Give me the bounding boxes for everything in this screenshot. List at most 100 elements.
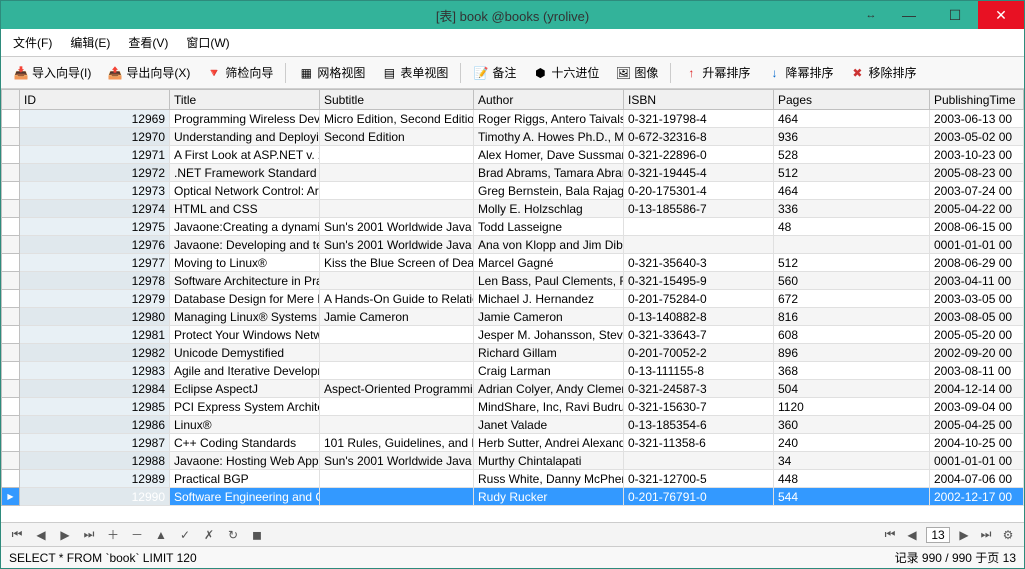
cell-isbn[interactable]: 0-672-32316-8 [624, 128, 774, 146]
cell-pages[interactable]: 360 [774, 416, 930, 434]
cell-id[interactable]: 12969 [20, 110, 170, 128]
cell-id[interactable]: 12970 [20, 128, 170, 146]
remove-sort-button[interactable]: ✖移除排序 [843, 60, 922, 85]
col-isbn[interactable]: ISBN [624, 90, 774, 110]
cell-title[interactable]: Agile and Iterative Developmen [170, 362, 320, 380]
cell-pub[interactable]: 2003-08-11 00 [930, 362, 1024, 380]
settings-icon[interactable]: ⚙ [1000, 527, 1016, 543]
cell-id[interactable]: 12987 [20, 434, 170, 452]
cell-title[interactable]: Programming Wireless Devices [170, 110, 320, 128]
form-view-button[interactable]: ▤表单视图 [375, 60, 454, 85]
minimize-button[interactable]: — [886, 1, 932, 29]
table-row[interactable]: 12975Javaone:Creating a dynamic nSun's 2… [2, 218, 1024, 236]
cell-author[interactable]: Russ White, Danny McPherson [474, 470, 624, 488]
nav-cancel-icon[interactable]: ✗ [201, 527, 217, 543]
cell-pub[interactable]: 2005-04-25 00 [930, 416, 1024, 434]
cell-title[interactable]: Eclipse AspectJ [170, 380, 320, 398]
row-handle[interactable] [2, 146, 20, 164]
cell-id[interactable]: 12980 [20, 308, 170, 326]
cell-title[interactable]: Linux® [170, 416, 320, 434]
row-handle[interactable] [2, 416, 20, 434]
table-row[interactable]: 12977Moving to Linux®Kiss the Blue Scree… [2, 254, 1024, 272]
maximize-button[interactable]: ☐ [932, 1, 978, 29]
cell-pages[interactable]: 544 [774, 488, 930, 506]
nav-edit-icon[interactable]: ▲ [153, 527, 169, 543]
cell-title[interactable]: Practical BGP [170, 470, 320, 488]
cell-isbn[interactable]: 0-321-19445-4 [624, 164, 774, 182]
menu-window[interactable]: 窗口(W) [178, 31, 237, 54]
nav-first-icon[interactable]: ⏮ [9, 527, 25, 543]
menu-edit[interactable]: 编辑(E) [62, 31, 118, 54]
cell-pub[interactable]: 2004-12-14 00 [930, 380, 1024, 398]
cell-subtitle[interactable] [320, 146, 474, 164]
cell-author[interactable]: Alex Homer, Dave Sussman, R [474, 146, 624, 164]
cell-pub[interactable]: 2003-06-13 00 [930, 110, 1024, 128]
cell-isbn[interactable] [624, 236, 774, 254]
row-handle[interactable] [2, 236, 20, 254]
cell-id[interactable]: 12971 [20, 146, 170, 164]
table-row[interactable]: 12986Linux®Janet Valade0-13-185354-63602… [2, 416, 1024, 434]
table-row[interactable]: 12978Software Architecture in PractiLen … [2, 272, 1024, 290]
grid-view-button[interactable]: ▦网格视图 [292, 60, 371, 85]
export-wizard-button[interactable]: 📤导出向导(X) [101, 60, 196, 85]
cell-pub[interactable]: 2002-09-20 00 [930, 344, 1024, 362]
cell-author[interactable]: Len Bass, Paul Clements, Rick [474, 272, 624, 290]
nav-next-icon[interactable]: ▶ [57, 527, 73, 543]
table-row[interactable]: 12972.NET Framework Standard LibrBrad Ab… [2, 164, 1024, 182]
cell-title[interactable]: Moving to Linux® [170, 254, 320, 272]
cell-title[interactable]: PCI Express System Architectu [170, 398, 320, 416]
data-grid[interactable]: ID Title Subtitle Author ISBN Pages Publ… [1, 89, 1024, 522]
cell-id[interactable]: 12973 [20, 182, 170, 200]
table-row[interactable]: 12979Database Design for Mere MorA Hands… [2, 290, 1024, 308]
row-handle[interactable] [2, 398, 20, 416]
cell-isbn[interactable]: 0-321-22896-0 [624, 146, 774, 164]
cell-subtitle[interactable]: Second Edition [320, 128, 474, 146]
nav-add-icon[interactable]: ＋ [105, 527, 121, 543]
row-handle[interactable] [2, 200, 20, 218]
col-pages[interactable]: Pages [774, 90, 930, 110]
cell-subtitle[interactable] [320, 164, 474, 182]
cell-isbn[interactable] [624, 452, 774, 470]
cell-title[interactable]: A First Look at ASP.NET v. 2.0 [170, 146, 320, 164]
col-title[interactable]: Title [170, 90, 320, 110]
cell-isbn[interactable]: 0-321-35640-3 [624, 254, 774, 272]
cell-pages[interactable]: 504 [774, 380, 930, 398]
cell-subtitle[interactable] [320, 200, 474, 218]
table-row[interactable]: 12976Javaone: Developing and testSun's 2… [2, 236, 1024, 254]
filter-wizard-button[interactable]: 🔻筛检向导 [200, 60, 279, 85]
table-row[interactable]: 12988Javaone: Hosting Web ApplicaSun's 2… [2, 452, 1024, 470]
cell-subtitle[interactable]: Aspect-Oriented Programming [320, 380, 474, 398]
cell-author[interactable]: Marcel Gagné [474, 254, 624, 272]
nav-delete-icon[interactable]: － [129, 527, 145, 543]
cell-isbn[interactable]: 0-13-140882-8 [624, 308, 774, 326]
cell-id[interactable]: 12986 [20, 416, 170, 434]
cell-pub[interactable]: 2004-10-25 00 [930, 434, 1024, 452]
cell-subtitle[interactable] [320, 182, 474, 200]
cell-isbn[interactable]: 0-13-185586-7 [624, 200, 774, 218]
cell-subtitle[interactable]: Sun's 2001 Worldwide Java De [320, 452, 474, 470]
cell-pages[interactable]: 512 [774, 254, 930, 272]
cell-subtitle[interactable]: 101 Rules, Guidelines, and Bes [320, 434, 474, 452]
table-row[interactable]: 12990Software Engineering and ComRudy Ru… [2, 488, 1024, 506]
table-row[interactable]: 12982Unicode DemystifiedRichard Gillam0-… [2, 344, 1024, 362]
cell-pub[interactable]: 2005-05-20 00 [930, 326, 1024, 344]
cell-pages[interactable]: 672 [774, 290, 930, 308]
cell-id[interactable]: 12974 [20, 200, 170, 218]
table-row[interactable]: 12971A First Look at ASP.NET v. 2.0 Alex … [2, 146, 1024, 164]
cell-pub[interactable]: 2008-06-29 00 [930, 254, 1024, 272]
cell-author[interactable]: Jamie Cameron [474, 308, 624, 326]
cell-id[interactable]: 12984 [20, 380, 170, 398]
cell-author[interactable]: Adrian Colyer, Andy Clement, [474, 380, 624, 398]
cell-author[interactable]: Jesper M. Johansson, Steve R [474, 326, 624, 344]
cell-title[interactable]: Javaone:Creating a dynamic n [170, 218, 320, 236]
table-row[interactable]: 12969Programming Wireless DevicesMicro E… [2, 110, 1024, 128]
cell-pub[interactable]: 2003-08-05 00 [930, 308, 1024, 326]
menu-view[interactable]: 查看(V) [120, 31, 176, 54]
col-subtitle[interactable]: Subtitle [320, 90, 474, 110]
row-handle[interactable] [2, 254, 20, 272]
cell-author[interactable]: Herb Sutter, Andrei Alexandre [474, 434, 624, 452]
cell-id[interactable]: 12982 [20, 344, 170, 362]
cell-pages[interactable]: 368 [774, 362, 930, 380]
col-author[interactable]: Author [474, 90, 624, 110]
cell-isbn[interactable]: 0-321-33643-7 [624, 326, 774, 344]
